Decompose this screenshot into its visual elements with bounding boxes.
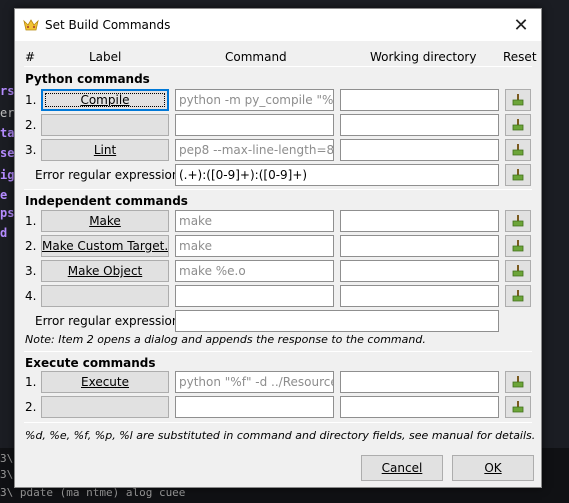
reset-broom-icon [512,144,524,156]
reset-button[interactable] [505,285,531,307]
reset-broom-icon [512,240,524,252]
label-button-empty[interactable] [41,396,169,418]
reset-button[interactable] [505,371,531,393]
working-directory-field[interactable] [340,235,499,257]
reset-broom-icon [512,401,524,413]
command-field[interactable] [175,285,334,307]
reset-button[interactable] [505,114,531,136]
error-regex-field[interactable]: (.+):([0-9]+):([0-9]+) [175,164,499,186]
label-button-lint[interactable]: Lint [41,139,169,161]
command-field[interactable]: make [175,210,334,232]
reset-button[interactable] [505,89,531,111]
command-field[interactable]: make [175,235,334,257]
section-title-execute: Execute commands [25,356,156,370]
error-regex-field[interactable] [175,310,499,332]
section-title-python: Python commands [25,72,150,86]
editor-text-fragment: e [0,188,8,202]
ok-label: OK [484,461,502,475]
working-directory-field[interactable] [340,371,499,393]
working-directory-field[interactable] [340,260,499,282]
ok-button[interactable]: OK [452,455,534,481]
header-working-directory: Working directory [370,50,477,64]
label-button-make[interactable]: Make [41,210,169,232]
reset-button[interactable] [505,164,531,186]
editor-text-fragment: ps [0,206,15,220]
label-text: Make [89,214,121,228]
geany-app-icon [23,19,39,31]
error-regex-label: Error regular expression: [35,168,184,182]
editor-text-fragment: ig [0,168,15,182]
working-directory-field[interactable] [340,210,499,232]
editor-line: 3\ [0,468,14,481]
command-field[interactable]: python -m py_compile "%f" [175,89,334,111]
editor-text-fragment: d [0,226,8,240]
separator [24,422,532,423]
reset-button[interactable] [505,210,531,232]
reset-broom-icon [512,290,524,302]
reset-broom-icon [512,215,524,227]
header-number: # [25,50,36,64]
separator [24,189,532,190]
working-directory-field[interactable] [340,114,499,136]
section-title-independent: Independent commands [25,194,188,208]
working-directory-field[interactable] [340,139,499,161]
command-field[interactable] [175,396,334,418]
label-text: Make Object [67,264,143,278]
close-icon: ✕ [513,14,529,36]
set-build-commands-dialog: Set Build Commands ✕ # Label Command Wor… [14,8,542,488]
reset-button[interactable] [505,260,531,282]
label-text: Make Custom Target... [42,239,169,253]
command-field[interactable]: pep8 --max-line-length=80 " [175,139,334,161]
label-text: Execute [81,375,129,389]
close-button[interactable]: ✕ [501,9,541,41]
label-text: Lint [93,143,117,157]
working-directory-field[interactable] [340,396,499,418]
editor-text-fragment: ta [0,126,15,140]
editor-text-fragment: se [0,146,15,160]
separator [24,351,532,352]
editor-text-fragment: rs [0,84,15,98]
cancel-label: Cancel [381,461,423,475]
reset-broom-icon [512,94,524,106]
header-label: Label [89,50,122,64]
substitution-note: %d, %e, %f, %p, %l are substituted in co… [25,429,536,442]
note-text: Note: Item 2 opens a dialog and appends … [25,333,426,346]
cancel-button[interactable]: Cancel [361,455,443,481]
reset-button[interactable] [505,396,531,418]
editor-text-fragment: er [0,106,15,120]
header-command: Command [225,50,287,64]
working-directory-field[interactable] [340,285,499,307]
reset-broom-icon [512,119,524,131]
separator [24,66,532,67]
reset-broom-icon [512,376,524,388]
label-button-empty[interactable] [41,114,169,136]
reset-broom-icon [512,265,524,277]
label-button-empty[interactable] [41,285,169,307]
label-button-make-custom-target[interactable]: Make Custom Target... [41,235,169,257]
dialog-title: Set Build Commands [45,18,171,32]
command-field[interactable] [175,114,334,136]
title-bar: Set Build Commands ✕ [15,9,541,41]
header-reset: Reset [503,50,537,64]
label-button-make-object[interactable]: Make Object [41,260,169,282]
reset-button[interactable] [505,235,531,257]
command-field[interactable]: make %e.o [175,260,334,282]
label-button-compile[interactable]: Compile [41,89,169,111]
error-regex-label: Error regular expression: [35,314,184,328]
working-directory-field[interactable] [340,89,499,111]
command-field[interactable]: python "%f" -d ../Resources/ [175,371,334,393]
reset-broom-icon [512,169,524,181]
editor-line: 3\ [0,452,14,465]
label-button-execute[interactable]: Execute [41,371,169,393]
reset-button[interactable] [505,139,531,161]
